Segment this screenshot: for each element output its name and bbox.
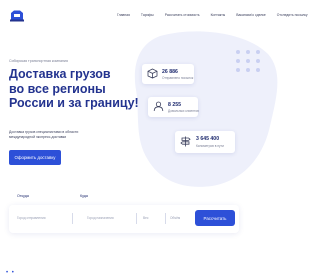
stat-card-kilometers: 3 645 400 Километров в пути bbox=[175, 131, 235, 153]
field-divider bbox=[165, 213, 166, 224]
logo-icon[interactable] bbox=[10, 10, 24, 22]
hero-title-line: Доставка грузов bbox=[9, 67, 111, 81]
stat-label: Отправлено посылок bbox=[162, 76, 194, 80]
hero-description: Доставка грузов специалистами в области … bbox=[9, 130, 79, 139]
hero-title-line: России и за границу! bbox=[9, 96, 139, 110]
volume-input[interactable]: Объём bbox=[170, 212, 192, 224]
weight-input[interactable]: Вес bbox=[143, 212, 163, 224]
field-divider bbox=[72, 213, 73, 224]
order-delivery-button[interactable]: Оформить доставку bbox=[9, 150, 61, 165]
hero-title: Доставка грузов во все регионы России и … bbox=[9, 67, 139, 111]
person-icon bbox=[153, 101, 164, 112]
nav-item-home[interactable]: Главная bbox=[117, 13, 130, 17]
nav-item-calculate[interactable]: Рассчитать стоимость bbox=[165, 13, 200, 17]
to-label: Куда bbox=[80, 194, 88, 198]
signpost-icon bbox=[180, 136, 191, 147]
nav-item-tariffs[interactable]: Тарифы bbox=[141, 13, 154, 17]
stat-value: 26 886 bbox=[162, 69, 178, 75]
hero-title-line: во все регионы bbox=[9, 81, 106, 96]
nav-item-contacts[interactable]: Контакты bbox=[211, 13, 226, 17]
stat-value: 8 255 bbox=[168, 102, 181, 108]
box-icon bbox=[147, 68, 158, 79]
hero-tagline: Сибирская транспортная компания bbox=[9, 59, 68, 63]
nav-item-vacancies[interactable]: Вакансии/о сделке bbox=[236, 13, 266, 17]
site-header: Главная Тарифы Рассчитать стоимость Конт… bbox=[0, 0, 308, 30]
main-nav: Главная Тарифы Рассчитать стоимость Конт… bbox=[117, 13, 308, 17]
stat-card-shipments: 26 886 Отправлено посылок bbox=[142, 64, 194, 84]
nav-item-track[interactable]: Отследить посылку bbox=[277, 13, 308, 17]
stat-card-clients: 8 255 Довольных клиентов bbox=[148, 97, 199, 117]
from-city-input[interactable]: Город отправления bbox=[17, 212, 67, 224]
from-label: Откуда bbox=[17, 194, 29, 198]
stat-label: Довольных клиентов bbox=[168, 109, 199, 113]
field-divider bbox=[136, 213, 137, 224]
carousel-dots: • • bbox=[6, 270, 15, 276]
to-city-input[interactable]: Город назначения bbox=[87, 212, 132, 224]
stat-value: 3 645 400 bbox=[196, 136, 220, 142]
stat-label: Километров в пути bbox=[196, 144, 224, 148]
calculate-button[interactable]: Рассчитать bbox=[195, 210, 235, 226]
